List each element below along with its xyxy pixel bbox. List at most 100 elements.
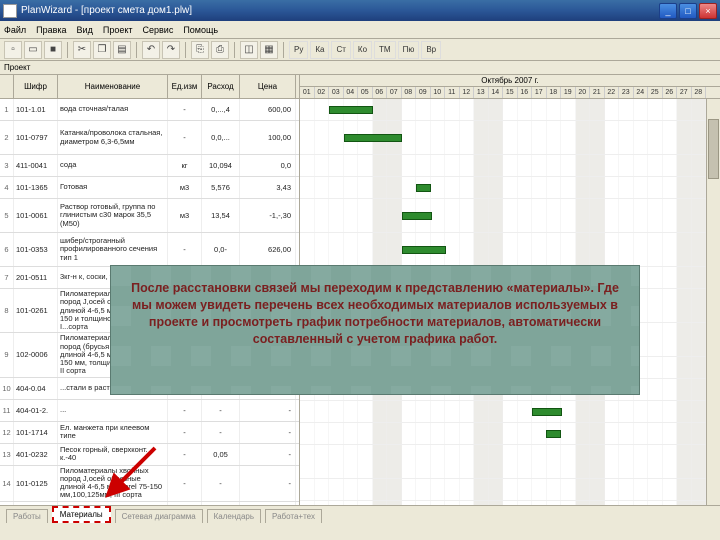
cell-qty: 0,0- <box>202 233 240 266</box>
tool-open-icon[interactable]: ▭ <box>24 41 42 59</box>
table-row[interactable]: 6101-0353шибер/строганный профилированно… <box>0 233 299 267</box>
tool-txt-3[interactable]: Ко <box>353 41 372 59</box>
tool-undo-icon[interactable]: ↶ <box>142 41 160 59</box>
cell-num: 6 <box>0 233 14 266</box>
gantt-row <box>300 423 720 445</box>
gantt-day: 18 <box>547 87 562 98</box>
cell-code: 101-0797 <box>14 121 58 154</box>
gantt-day: 03 <box>329 87 344 98</box>
menu-file[interactable]: Файл <box>4 25 26 35</box>
menu-help[interactable]: Помощь <box>183 25 218 35</box>
gantt-bar[interactable] <box>532 408 562 416</box>
close-button[interactable]: × <box>699 3 717 19</box>
cell-name: Пеcок горный, сверхконт. к.-40 <box>58 444 168 465</box>
gantt-bar[interactable] <box>344 134 402 142</box>
maximize-button[interactable]: □ <box>679 3 697 19</box>
gantt-day: 08 <box>402 87 417 98</box>
gantt-day: 23 <box>619 87 634 98</box>
cell-num: 4 <box>0 177 14 198</box>
cell-price: - <box>240 444 296 465</box>
table-row[interactable]: 2101-0797Катанка/проволока стальная, диа… <box>0 121 299 155</box>
gantt-day: 25 <box>648 87 663 98</box>
tool-txt-2[interactable]: Ст <box>331 41 350 59</box>
tab-work-tech[interactable]: Работа+тех <box>265 509 322 523</box>
cell-num: 1 <box>0 99 14 120</box>
table-row[interactable]: 4101-1365Готоваям35,5763,43 <box>0 177 299 199</box>
app-icon <box>3 4 17 18</box>
menu-bar: Файл Правка Вид Проект Сервис Помощь <box>0 21 720 39</box>
cell-unit: - <box>168 121 202 154</box>
table-row[interactable]: 11404-01-2....--- <box>0 400 299 422</box>
gantt-row <box>300 177 720 199</box>
tool-new-icon[interactable]: ▫ <box>4 41 22 59</box>
window-title: PlanWizard - [проект смета дом1.plw] <box>21 5 659 16</box>
tool-txt-1[interactable]: Ка <box>310 41 329 59</box>
gantt-bar[interactable] <box>546 430 561 438</box>
tab-calendar[interactable]: Календарь <box>207 509 261 523</box>
table-row[interactable]: 3411-0041содакг10,0940,0 <box>0 155 299 177</box>
cell-name: Пиломатериалы хвойных пород J,осей обрез… <box>58 466 168 501</box>
gantt-day: 22 <box>605 87 620 98</box>
cell-num: 7 <box>0 267 14 288</box>
vertical-scrollbar[interactable] <box>706 99 720 505</box>
panel-header: Проект <box>0 61 720 75</box>
tab-materials[interactable]: Материалы <box>52 506 111 523</box>
cell-price: 3,43 <box>240 177 296 198</box>
menu-project[interactable]: Проект <box>103 25 133 35</box>
tab-works[interactable]: Работы <box>6 509 48 523</box>
table-row[interactable]: 5101-0061Раствор готовый, группа по глин… <box>0 199 299 233</box>
gantt-row <box>300 445 720 479</box>
gantt-row <box>300 99 720 121</box>
tool-link-icon[interactable]: ⎘ <box>191 41 209 59</box>
tool-copy-icon[interactable]: ❐ <box>93 41 111 59</box>
th-num[interactable] <box>0 75 14 98</box>
gantt-day: 05 <box>358 87 373 98</box>
cell-price: 0,0 <box>240 155 296 176</box>
scrollbar-thumb[interactable] <box>708 119 719 179</box>
table-row[interactable]: 13401-0232Пеcок горный, сверхконт. к.-40… <box>0 444 299 466</box>
th-unit[interactable]: Ед.изм <box>168 75 202 98</box>
toolbar-divider <box>67 42 68 58</box>
cell-code: 101-1714 <box>14 422 58 443</box>
menu-service[interactable]: Сервис <box>143 25 174 35</box>
gantt-bar[interactable] <box>416 184 431 192</box>
tab-network-diagram[interactable]: Сетевая диаграмма <box>115 509 203 523</box>
th-code[interactable]: Шифр <box>14 75 58 98</box>
table-row[interactable]: 12101-1714Ел. манжета при клеевом типе--… <box>0 422 299 444</box>
table-row[interactable]: 1101-1.01вода сточная/талая-0,...,4600,0… <box>0 99 299 121</box>
th-price[interactable]: Цена <box>240 75 296 98</box>
cell-qty: 0,...,4 <box>202 99 240 120</box>
gantt-bar[interactable] <box>329 106 373 114</box>
gantt-day: 16 <box>518 87 533 98</box>
th-name[interactable]: Наименование <box>58 75 168 98</box>
tool-chart2-icon[interactable]: ▦ <box>260 41 278 59</box>
gantt-row <box>300 155 720 177</box>
cell-price: - <box>240 422 296 443</box>
minimize-button[interactable]: _ <box>659 3 677 19</box>
th-qty[interactable]: Расход <box>202 75 240 98</box>
tool-txt-5[interactable]: Пю <box>398 41 420 59</box>
tool-txt-0[interactable]: Ру <box>289 41 308 59</box>
tool-chart1-icon[interactable]: ◫ <box>240 41 258 59</box>
tool-redo-icon[interactable]: ↷ <box>162 41 180 59</box>
gantt-bar[interactable] <box>402 212 432 220</box>
cell-price: 600,00 <box>240 99 296 120</box>
cell-code: 101-1.01 <box>14 99 58 120</box>
cell-num: 2 <box>0 121 14 154</box>
gantt-month-header: Октябрь 2007 г. <box>300 75 720 87</box>
menu-edit[interactable]: Правка <box>36 25 66 35</box>
tool-txt-4[interactable]: ТМ <box>374 41 396 59</box>
cell-name: шибер/строганный профилированного сечени… <box>58 233 168 266</box>
tool-paste-icon[interactable]: ▤ <box>113 41 131 59</box>
panel-label: Проект <box>4 63 30 72</box>
tool-save-icon[interactable]: ■ <box>44 41 62 59</box>
cell-qty: 10,094 <box>202 155 240 176</box>
menu-view[interactable]: Вид <box>77 25 93 35</box>
gantt-bar[interactable] <box>402 246 446 254</box>
overlay-text: После расстановки связей мы переходим к … <box>131 281 619 346</box>
tool-cut-icon[interactable]: ✂ <box>73 41 91 59</box>
tool-txt-6[interactable]: Вр <box>421 41 441 59</box>
gantt-day: 17 <box>532 87 547 98</box>
table-row[interactable]: 14101-0125Пиломатериалы хвойных пород J,… <box>0 466 299 502</box>
tool-print-icon[interactable]: ⎙ <box>211 41 229 59</box>
